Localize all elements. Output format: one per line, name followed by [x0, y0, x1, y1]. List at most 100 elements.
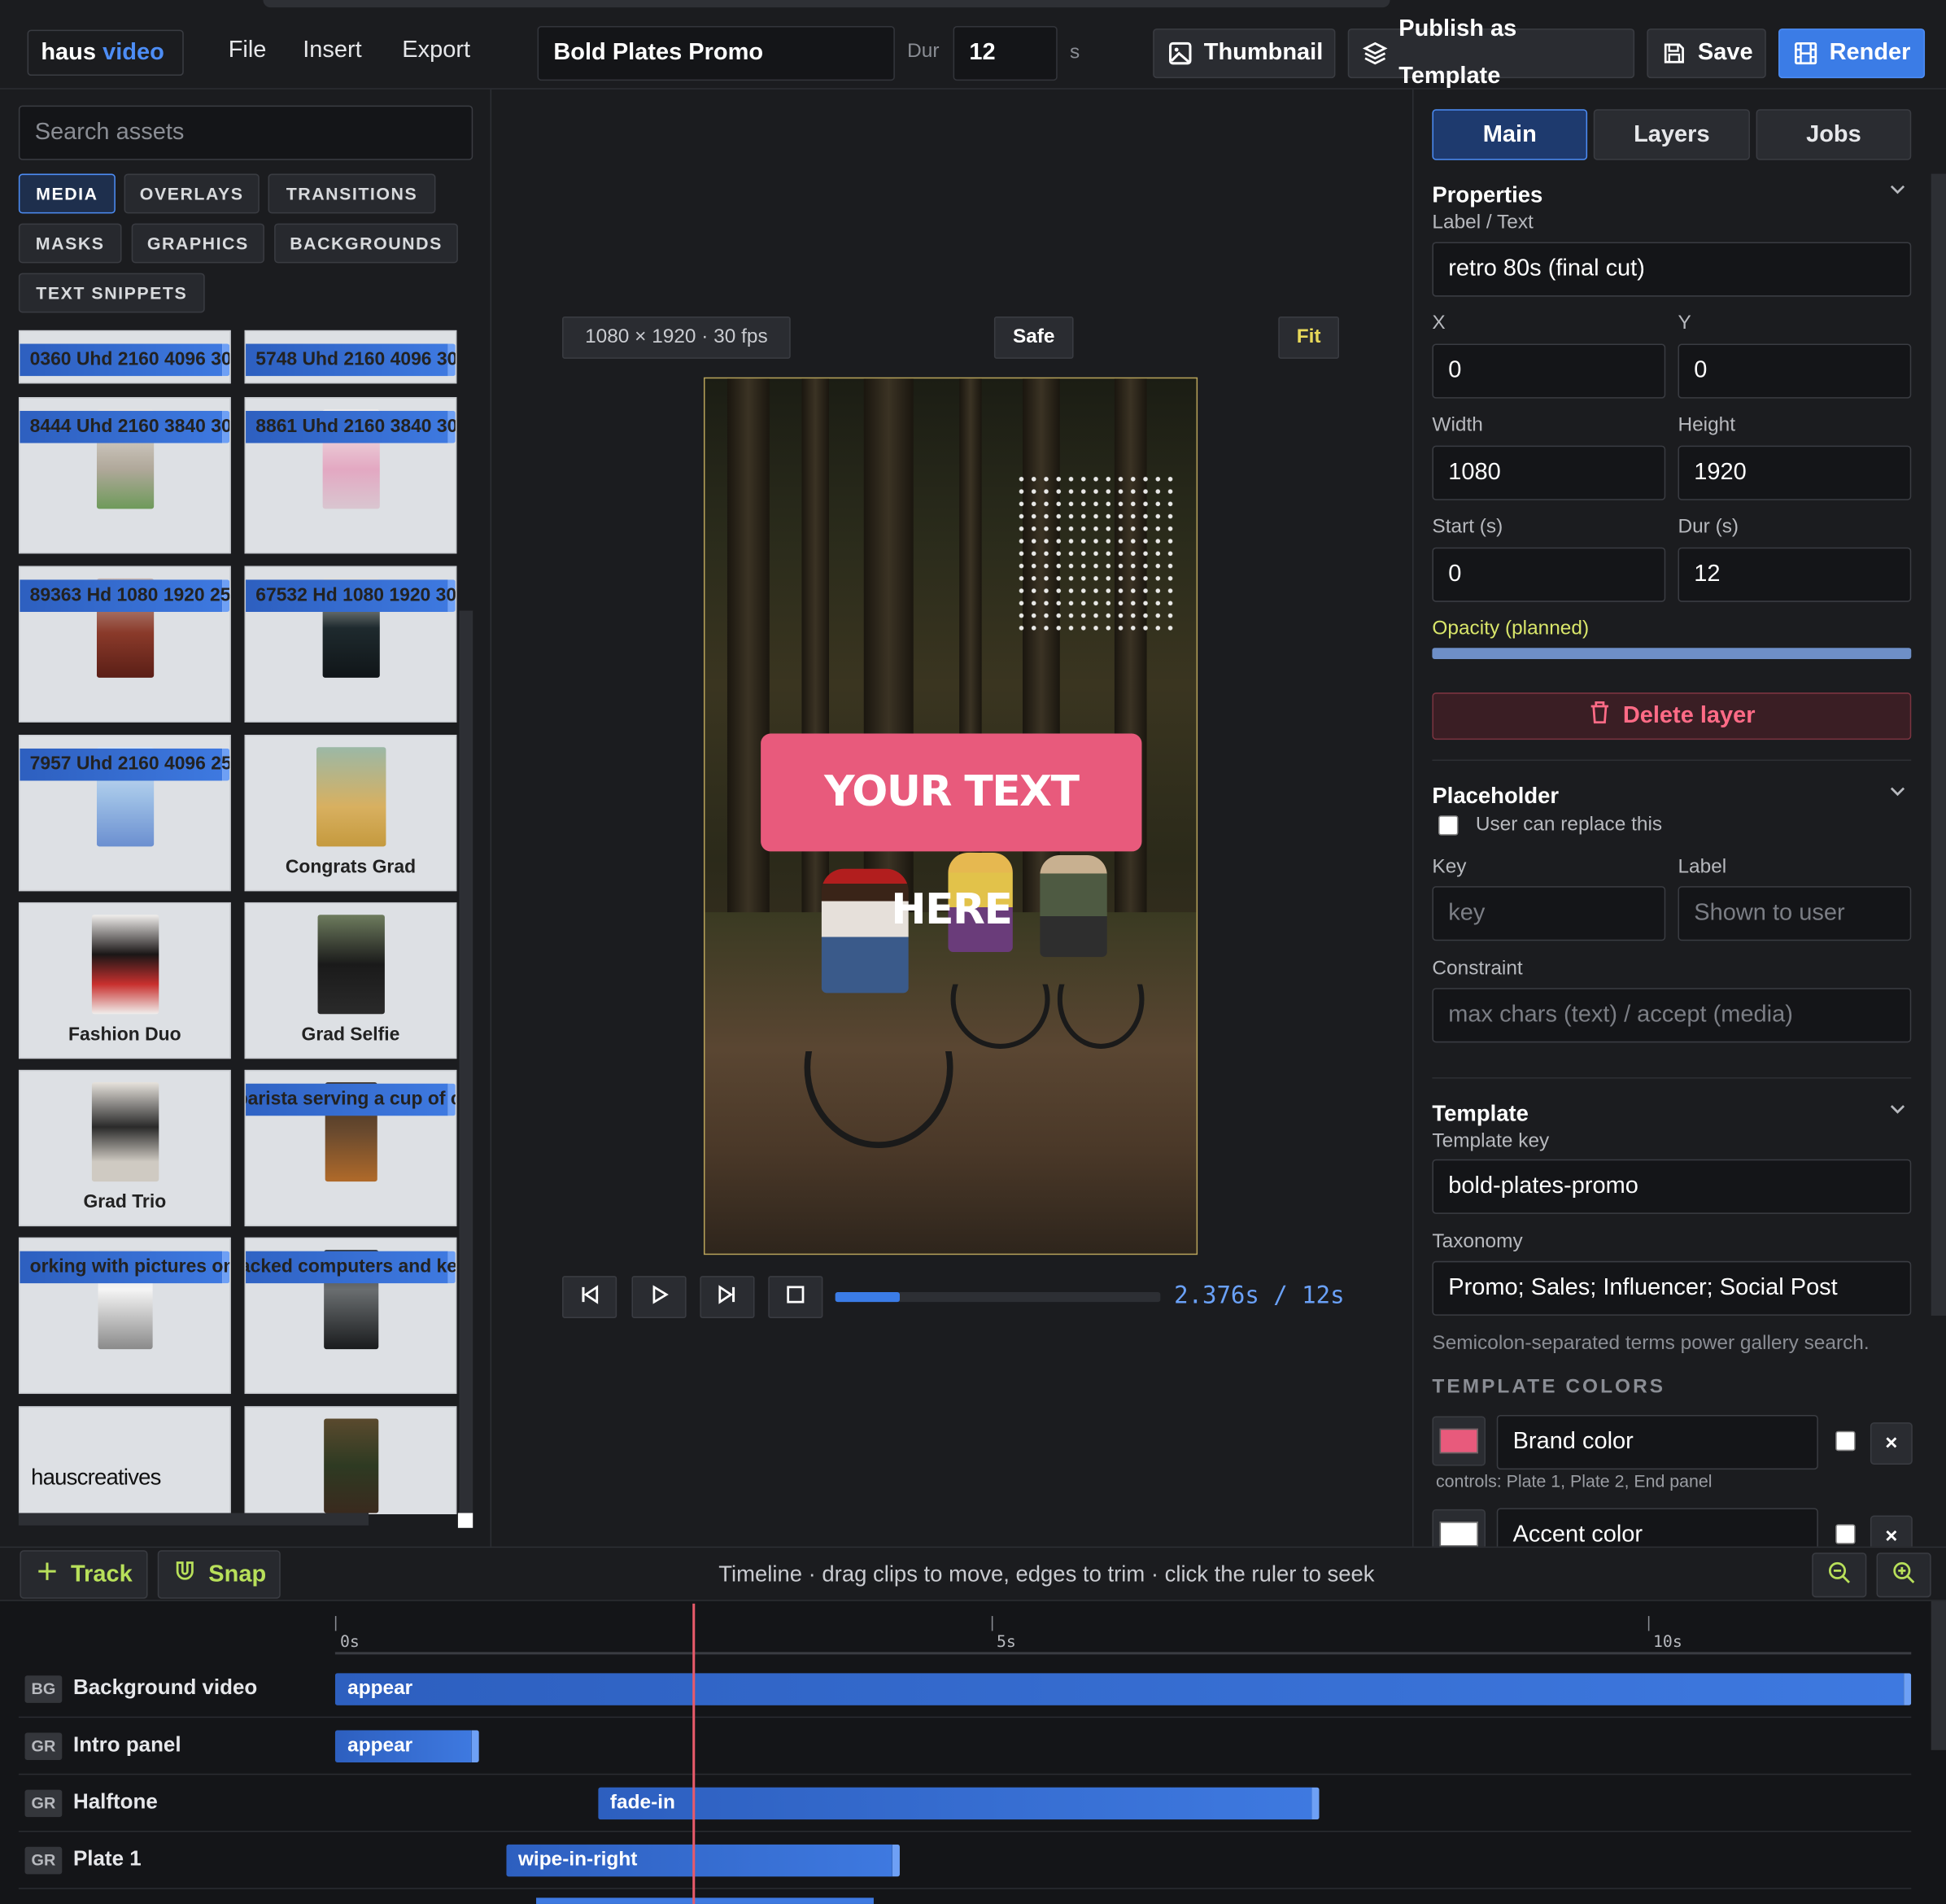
accent-color-name-input[interactable]: Accent color: [1496, 1508, 1818, 1547]
section-divider: [1432, 1077, 1912, 1079]
menu-file[interactable]: File: [229, 37, 267, 65]
taxonomy-input[interactable]: Promo; Sales; Influencer; Social Post: [1432, 1260, 1912, 1316]
inspector-scrollbar[interactable]: [1931, 173, 1946, 1316]
chevron-down-icon[interactable]: [1889, 784, 1906, 805]
template-key-input[interactable]: bold-plates-promo: [1432, 1159, 1912, 1214]
asset-tile[interactable]: 5748 Uhd 2160 4096 30: [244, 330, 457, 384]
stop-button[interactable]: [768, 1276, 823, 1318]
thumbnail-button[interactable]: Thumbnail: [1153, 28, 1336, 79]
zoom-in-button[interactable]: [1876, 1552, 1931, 1598]
asset-search-input[interactable]: Search assets: [18, 105, 473, 160]
asset-tile[interactable]: 89363 Hd 1080 1920 25: [18, 566, 231, 723]
safe-toggle[interactable]: Safe: [993, 316, 1074, 359]
playhead[interactable]: [692, 1603, 696, 1904]
x-input[interactable]: 0: [1432, 343, 1666, 399]
tab-jobs[interactable]: Jobs: [1756, 109, 1912, 160]
asset-tile[interactable]: 7957 Uhd 2160 4096 25: [18, 735, 231, 892]
asset-tile[interactable]: Grad Selfie: [244, 902, 457, 1059]
asset-tile[interactable]: orking with pictures on: [18, 1237, 231, 1395]
category-text-snippets[interactable]: TEXT SNIPPETS: [18, 273, 205, 313]
key-input[interactable]: key: [1432, 886, 1666, 941]
asset-tile[interactable]: Congrats Grad: [244, 735, 457, 892]
brand-color-controls: controls: Plate 1, Plate 2, End panel: [1436, 1470, 1713, 1491]
tab-layers[interactable]: Layers: [1593, 109, 1750, 160]
placeholder-label-input[interactable]: Shown to user: [1678, 886, 1912, 941]
asset-tile[interactable]: 67532 Hd 1080 1920 30: [244, 566, 457, 723]
asset-caption: 8861 Uhd 2160 3840 30: [246, 410, 456, 443]
track-clip[interactable]: wipe-in-right: [505, 1844, 900, 1877]
timeline-scrollbar[interactable]: [1931, 1600, 1946, 1750]
asset-tile[interactable]: 8444 Uhd 2160 3840 30: [18, 397, 231, 554]
remove-accent-color-button[interactable]: ×: [1870, 1515, 1913, 1547]
tab-main[interactable]: Main: [1432, 109, 1588, 160]
chevron-down-icon[interactable]: [1889, 1101, 1906, 1122]
play-button[interactable]: [631, 1276, 687, 1318]
add-track-button[interactable]: Track: [20, 1550, 148, 1599]
accent-color-checkbox[interactable]: [1835, 1524, 1856, 1544]
render-label: Render: [1829, 39, 1911, 66]
track-clip[interactable]: appear: [334, 1673, 1911, 1705]
asset-caption: Congrats Grad: [285, 856, 417, 878]
label-text-input[interactable]: retro 80s (final cut): [1432, 242, 1912, 297]
dur-input[interactable]: 12: [1678, 547, 1912, 602]
brand-color-swatch[interactable]: [1432, 1416, 1486, 1466]
asset-tile[interactable]: [244, 1406, 457, 1514]
save-button[interactable]: Save: [1647, 28, 1766, 79]
text-plate[interactable]: YOUR TEXT HERE: [761, 733, 1142, 935]
brand-color-checkbox[interactable]: [1835, 1430, 1856, 1452]
asset-tile[interactable]: hauscreatives: [18, 1406, 231, 1514]
plus-icon: [36, 1560, 58, 1590]
constraint-input[interactable]: max chars (text) / accept (media): [1432, 988, 1912, 1043]
replaceable-checkbox[interactable]: [1438, 815, 1459, 836]
y-input[interactable]: 0: [1678, 343, 1912, 399]
category-media[interactable]: MEDIA: [18, 173, 116, 214]
render-button[interactable]: Render: [1778, 28, 1926, 79]
playback-progress[interactable]: [835, 1291, 1161, 1303]
category-masks[interactable]: MASKS: [18, 223, 122, 264]
menu-export[interactable]: Export: [402, 37, 470, 65]
publish-template-button[interactable]: Publish as Template: [1347, 16, 1635, 90]
accent-color-swatch[interactable]: [1432, 1509, 1486, 1547]
brand-color-name-input[interactable]: Brand color: [1496, 1414, 1818, 1470]
track-clip[interactable]: fade-in: [597, 1787, 1320, 1820]
asset-tile[interactable]: stacked computers and keyb: [244, 1237, 457, 1395]
skip-back-button[interactable]: [562, 1276, 617, 1318]
chevron-down-icon[interactable]: [1889, 181, 1906, 203]
track-clip-partial[interactable]: [536, 1897, 874, 1904]
category-overlays[interactable]: OVERLAYS: [124, 173, 260, 214]
zoom-out-button[interactable]: [1812, 1552, 1867, 1598]
category-transitions[interactable]: TRANSITIONS: [268, 173, 436, 214]
track-name: Intro panel: [73, 1732, 181, 1757]
asset-tile[interactable]: 8861 Uhd 2160 3840 30: [244, 397, 457, 554]
asset-caption: 8444 Uhd 2160 3840 30: [20, 410, 229, 443]
opacity-slider[interactable]: [1432, 648, 1912, 659]
snap-toggle[interactable]: Snap: [157, 1550, 281, 1599]
asset-caption: 67532 Hd 1080 1920 30: [246, 579, 456, 613]
start-input[interactable]: 0: [1432, 547, 1666, 602]
width-input[interactable]: 1080: [1432, 445, 1666, 500]
height-input[interactable]: 1920: [1678, 445, 1912, 500]
duration-input[interactable]: 12: [953, 26, 1058, 81]
taxonomy-label: Taxonomy: [1432, 1231, 1523, 1253]
stop-icon: [784, 1283, 806, 1312]
category-backgrounds[interactable]: BACKGROUNDS: [274, 223, 458, 264]
timeline-ruler[interactable]: [334, 1652, 1912, 1655]
skip-forward-button[interactable]: [700, 1276, 755, 1318]
asset-tile[interactable]: Grad Trio: [18, 1069, 231, 1227]
asset-thumbnail: [316, 747, 386, 847]
remove-brand-color-button[interactable]: ×: [1870, 1422, 1913, 1465]
fit-button[interactable]: Fit: [1278, 316, 1340, 359]
asset-scrollbar-horizontal[interactable]: [18, 1513, 369, 1526]
delete-layer-button[interactable]: Delete layer: [1432, 692, 1912, 740]
asset-scrollbar-vertical[interactable]: [459, 610, 473, 1518]
asset-tile[interactable]: 0360 Uhd 2160 4096 30: [18, 330, 231, 384]
delete-layer-label: Delete layer: [1622, 702, 1756, 729]
track-name: Halftone: [73, 1789, 158, 1814]
menu-insert[interactable]: Insert: [303, 37, 362, 65]
track-clip[interactable]: appear: [334, 1730, 480, 1763]
category-graphics[interactable]: GRAPHICS: [131, 223, 264, 264]
placeholder-heading: Placeholder: [1432, 783, 1560, 809]
asset-tile[interactable]: Fashion Duo: [18, 902, 231, 1059]
asset-tile[interactable]: a barista serving a cup of co: [244, 1069, 457, 1227]
project-title-input[interactable]: Bold Plates Promo: [537, 26, 895, 81]
